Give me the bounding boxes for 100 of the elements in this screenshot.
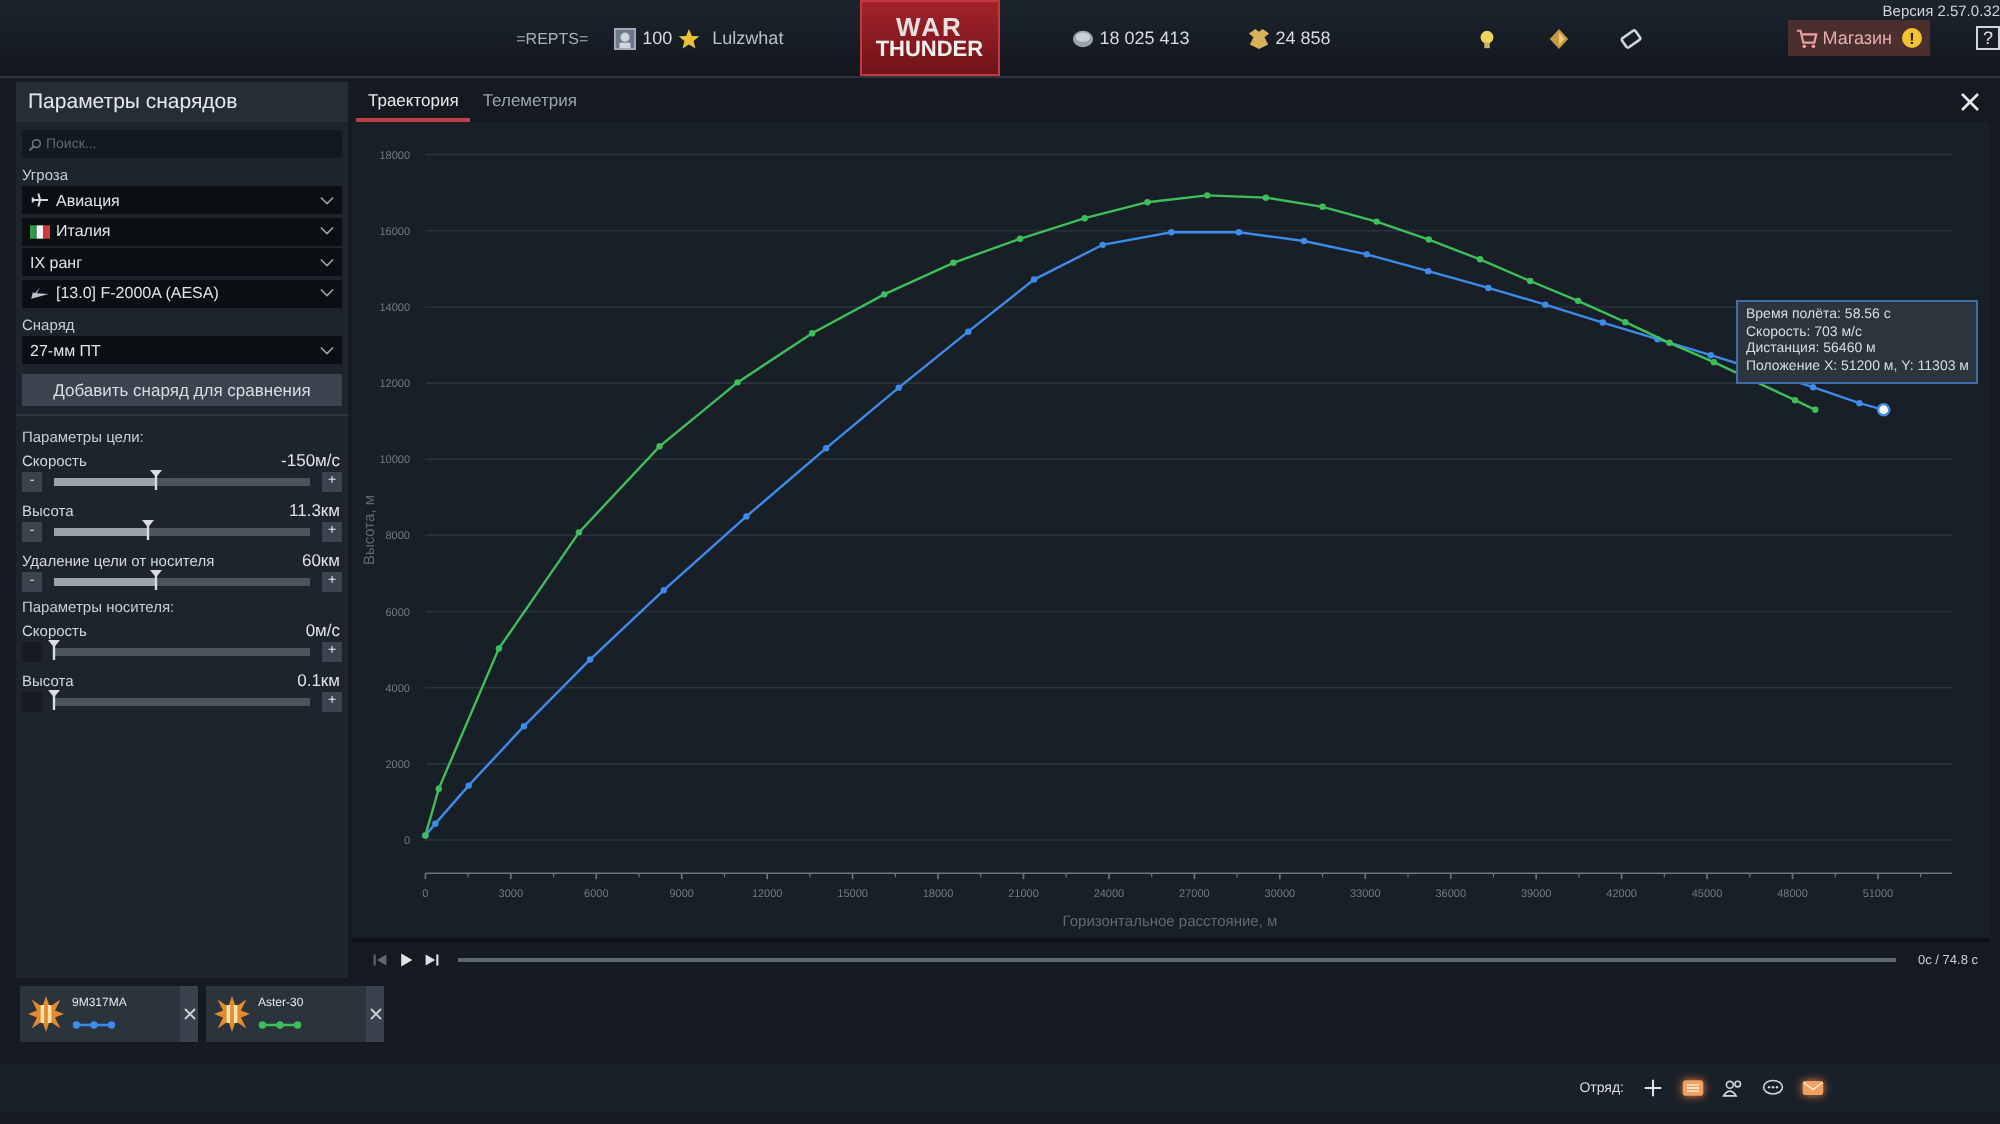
tab[interactable]: Траектория [356,82,471,122]
data-point [1425,267,1432,275]
mail-icon[interactable] [1802,1078,1824,1098]
data-point [656,443,663,450]
data-point [520,723,528,730]
dropdown-value: Авиация [56,191,122,209]
data-point [435,785,442,792]
data-point [1812,406,1819,413]
data-point [822,445,830,452]
tab[interactable]: Телеметрия [470,82,589,122]
dropdown-value: 27-мм ПТ [30,341,103,359]
shop-label: Магазин [1822,28,1892,48]
data-point [1099,241,1106,249]
close-icon[interactable] [1960,92,1980,112]
slider-fill [54,527,149,535]
logo-word: WAR [896,14,963,40]
remove-button[interactable] [366,986,384,1042]
clan-tag: =REPTS= [516,29,589,47]
data-point [1373,218,1380,225]
avatar-icon[interactable] [614,27,637,49]
list-icon[interactable] [1682,1078,1704,1098]
explosion-icon [28,996,64,1032]
data-point [1574,297,1582,305]
data-point [1081,215,1088,222]
chat-icon[interactable] [1762,1078,1784,1098]
data-point [1204,192,1211,199]
data-point [1527,277,1534,285]
dropdown[interactable]: 27-мм ПТ [22,336,342,364]
dropdown[interactable]: IX ранг [22,248,342,276]
slider-thumb[interactable] [48,639,60,659]
coin-balance: 18 025 413 [1099,28,1190,48]
people-icon[interactable] [1722,1078,1744,1098]
data-point [1300,237,1308,245]
slider-reading: -150м/с [281,449,340,469]
slider-reading: 11.3км [289,499,340,519]
game-logo[interactable]: WAR THUNDER [859,0,1000,76]
slider-thumb[interactable] [142,519,155,539]
dropdown[interactable]: Авиация [22,186,342,214]
shop-button[interactable]: Магазин ! [1788,20,1930,56]
data-point [881,291,888,298]
data-point [1666,339,1673,346]
dropdown-value: IX ранг [30,253,85,271]
data-point [575,529,583,536]
data-point [1030,276,1038,283]
data-point [1144,199,1151,206]
slider-reading: 0.1км [297,669,340,689]
jet-icon [30,285,50,301]
chevron-down-icon [320,226,334,236]
slider-thumb[interactable] [150,469,163,489]
eagle-icon [1247,27,1270,49]
data-point [1016,235,1024,242]
data-point [1168,229,1175,236]
skip-forward-icon[interactable] [424,952,440,968]
data-point [1809,384,1817,391]
slider-reading: 60км [301,549,340,569]
diamond-icon[interactable] [1548,27,1571,49]
alert-badge: ! [1902,28,1922,48]
eagle-balance: 24 858 [1275,28,1331,48]
logo-word: THUNDER [875,40,984,62]
close-icon [369,1008,381,1020]
data-point [1425,236,1432,243]
close-icon [183,1008,195,1020]
flag-icon [30,223,50,239]
data-point [1262,194,1270,201]
coins-icon [1071,27,1094,49]
chevron-down-icon [320,195,334,205]
dropdown[interactable]: Италия [22,217,342,245]
play-icon[interactable] [398,952,414,968]
dropdown-value: [13.0] F-2000A (AESA) [56,284,221,302]
dropdown-value: Италия [56,222,113,240]
airplane-icon [30,192,50,208]
slider-reading: 0м/с [305,619,340,639]
data-point [495,645,503,652]
data-point [1791,397,1799,404]
hover-marker [1876,402,1891,417]
dropdown[interactable]: [13.0] F-2000A (AESA) [22,279,342,307]
data-point [1654,336,1661,343]
data-point [660,587,667,594]
help-button[interactable]: ? [1976,26,2000,50]
plus-icon[interactable] [1642,1078,1664,1098]
data-point [743,513,750,520]
remove-button[interactable] [180,986,198,1042]
cart-icon [1796,27,1819,49]
card-icon[interactable] [1620,27,1643,49]
data-point [1363,251,1370,258]
data-point [1235,229,1243,236]
chevron-down-icon [320,257,334,267]
add-shell-button[interactable]: Добавить снаряд для сравнения [22,373,342,405]
data-point [809,330,816,337]
lightbulb-icon[interactable] [1476,27,1499,49]
skip-back-icon[interactable] [372,952,388,968]
data-point [965,328,972,335]
data-point [465,782,472,789]
chevron-down-icon [320,288,334,298]
slider-thumb[interactable] [48,689,60,709]
slider-thumb[interactable] [150,569,163,589]
data-point [1542,301,1549,308]
data-point [1319,203,1326,210]
data-point [1856,400,1863,407]
player-nickname[interactable]: Lulzwhat [712,28,784,48]
